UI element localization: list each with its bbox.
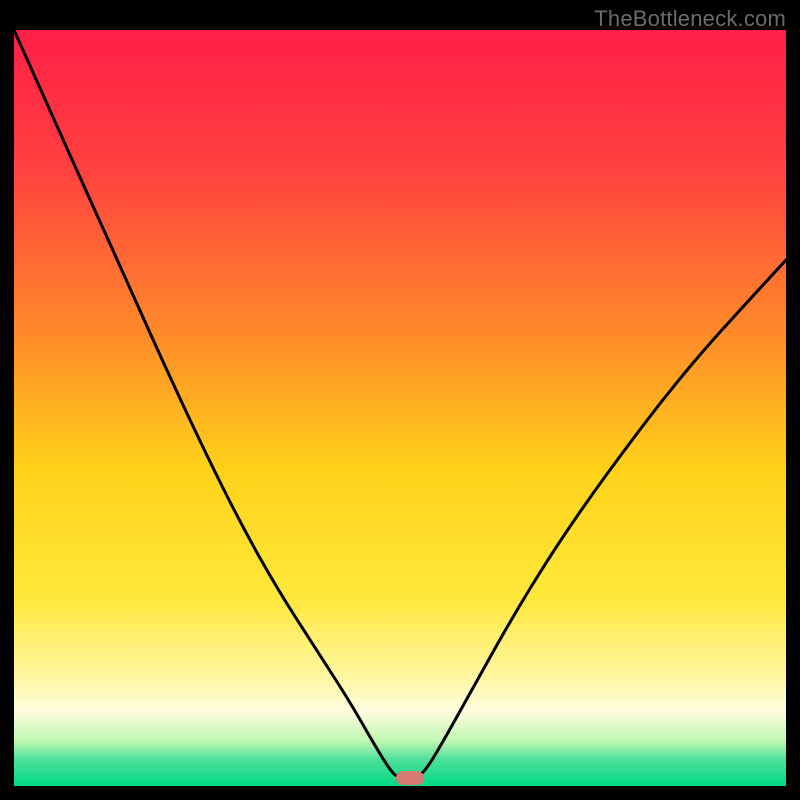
optimal-marker [396, 771, 424, 785]
plot-area [14, 30, 786, 786]
watermark-text: TheBottleneck.com [594, 6, 786, 32]
chart-frame [14, 30, 786, 786]
bottleneck-curve [14, 30, 786, 786]
